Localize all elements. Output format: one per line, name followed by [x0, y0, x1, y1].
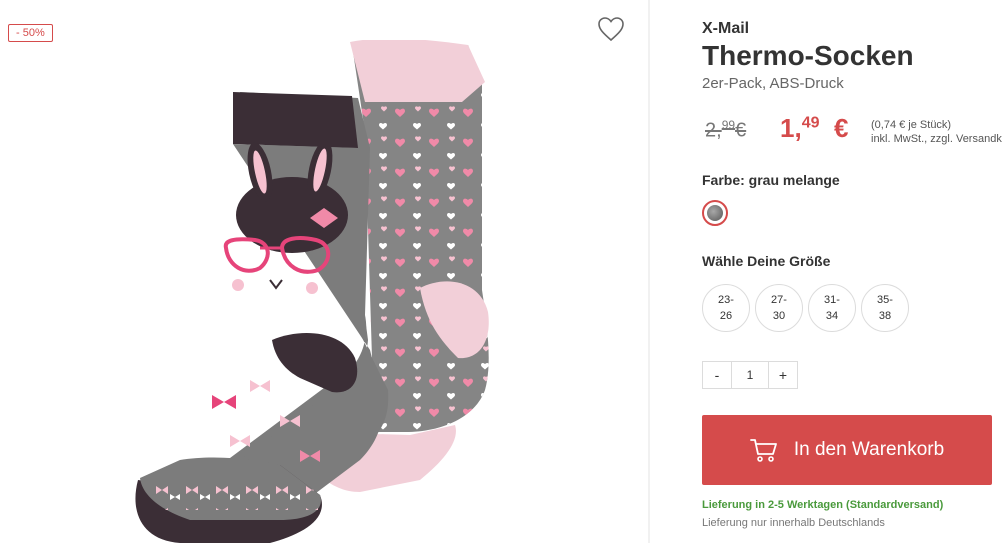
- color-swatch-grau-melange[interactable]: [702, 200, 728, 226]
- size-option-35-38[interactable]: 35- 38: [861, 284, 909, 332]
- new-price-cents: 49: [801, 114, 820, 132]
- quantity-increase-button[interactable]: +: [768, 362, 797, 388]
- delivery-note: Lieferung nur innerhalb Deutschlands: [702, 517, 885, 529]
- shopping-cart-icon: [749, 439, 777, 462]
- size-label-line1: 31-: [824, 294, 840, 306]
- add-to-cart-button[interactable]: In den Warenkorb: [702, 415, 992, 485]
- product-brand: X-Mail: [702, 20, 750, 37]
- quantity-decrease-button[interactable]: -: [703, 362, 732, 388]
- old-price-currency: €: [735, 119, 747, 142]
- new-price-main: 1,: [780, 113, 802, 143]
- new-price: 1,49 €: [780, 113, 848, 144]
- size-option-23-26[interactable]: 23- 26: [702, 284, 750, 332]
- product-image: [135, 40, 489, 543]
- size-label-line2: 34: [825, 310, 839, 322]
- old-price-cents: 99: [721, 118, 736, 132]
- discount-badge: - 50%: [8, 24, 53, 42]
- color-label: Farbe: grau melange: [702, 172, 840, 188]
- size-label-line2: 38: [878, 310, 892, 322]
- product-title: Thermo-Socken: [702, 40, 914, 71]
- size-label-line1: 35-: [877, 294, 893, 306]
- old-price-main: 2,: [705, 119, 722, 142]
- size-label: Wähle Deine Größe: [702, 253, 831, 269]
- tax-shipping-note: inkl. MwSt., zzgl. Versandk: [871, 133, 1002, 145]
- size-label-line2: 26: [719, 310, 733, 322]
- size-label-line2: 30: [772, 310, 786, 322]
- unit-price: (0,74 € je Stück): [871, 119, 952, 131]
- quantity-input[interactable]: 1: [732, 362, 768, 388]
- size-label-line1: 23-: [718, 294, 734, 306]
- add-to-cart-label: In den Warenkorb: [793, 439, 945, 460]
- size-option-31-34[interactable]: 31- 34: [808, 284, 856, 332]
- new-price-currency: €: [833, 113, 849, 143]
- size-option-27-30[interactable]: 27- 30: [755, 284, 803, 332]
- product-info-panel: X-Mail Thermo-Socken 2er-Pack, ABS-Druck…: [650, 0, 1008, 543]
- delivery-info: Lieferung in 2-5 Werktagen (Standardvers…: [702, 499, 944, 511]
- old-price: 2,99€: [705, 118, 746, 143]
- product-subtitle: 2er-Pack, ABS-Druck: [702, 75, 844, 92]
- product-image-area: - 50%: [0, 0, 648, 543]
- size-label-line1: 27-: [771, 294, 787, 306]
- quantity-stepper: - 1 +: [702, 361, 798, 389]
- unit-price-info: (0,74 € je Stück) inkl. MwSt., zzgl. Ver…: [871, 118, 1002, 146]
- swatch-fill: [707, 205, 723, 221]
- heart-outline-icon[interactable]: [597, 16, 625, 42]
